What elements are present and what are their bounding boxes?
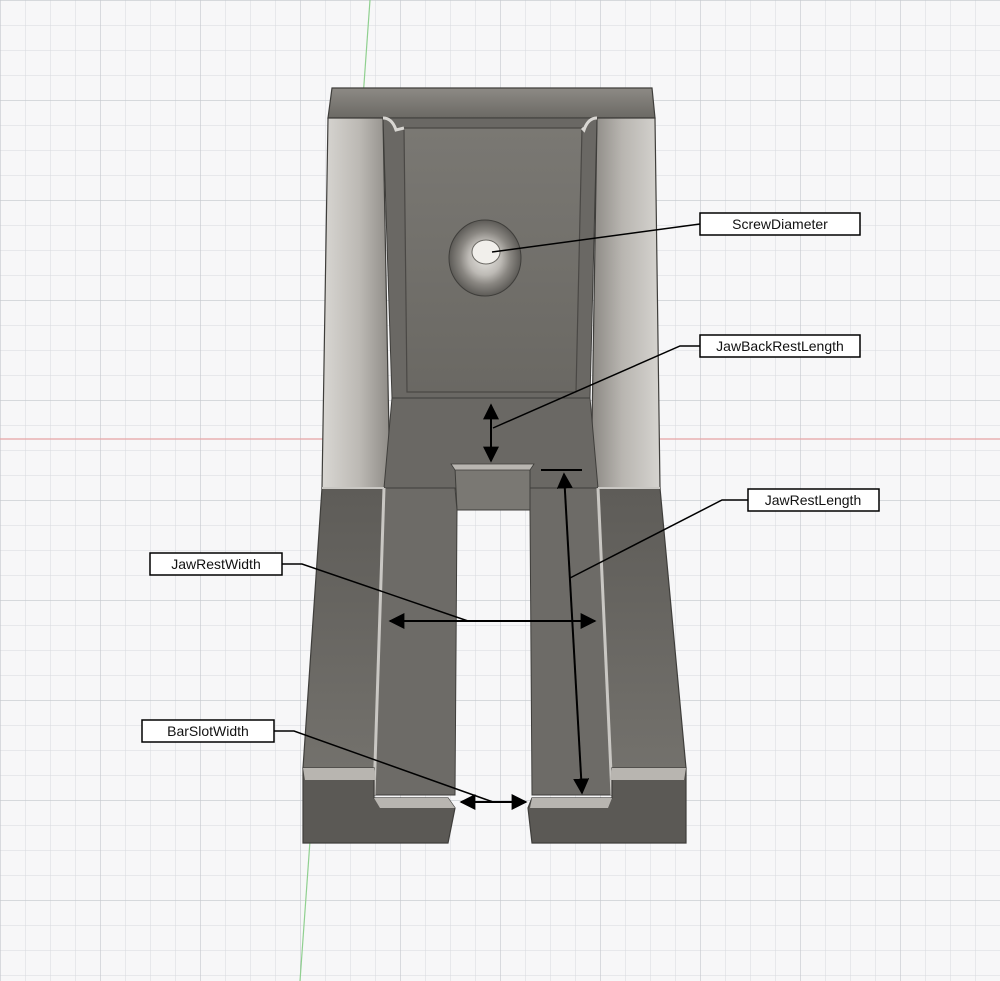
label-screw-diameter: ScrewDiameter — [699, 212, 861, 236]
label-jaw-rest-length: JawRestLength — [747, 488, 880, 512]
label-jaw-back-rest-length: JawBackRestLength — [699, 334, 861, 358]
label-jaw-rest-width: JawRestWidth — [149, 552, 283, 576]
cad-viewport[interactable]: ScrewDiameter JawBackRestLength JawRestL… — [0, 0, 1000, 981]
jaw-back-rest-length-text: JawBackRestLength — [716, 338, 844, 354]
jaw-rest-width-text: JawRestWidth — [171, 556, 260, 572]
bar-slot-width-text: BarSlotWidth — [167, 723, 249, 739]
slot-end-wall — [454, 467, 531, 511]
left-side-wall — [321, 117, 391, 489]
label-bar-slot-width: BarSlotWidth — [141, 719, 275, 743]
right-side-wall — [590, 117, 661, 489]
back-wall-top — [327, 87, 656, 119]
jaw-rest-length-text: JawRestLength — [765, 492, 862, 508]
screw-diameter-text: ScrewDiameter — [732, 216, 828, 232]
